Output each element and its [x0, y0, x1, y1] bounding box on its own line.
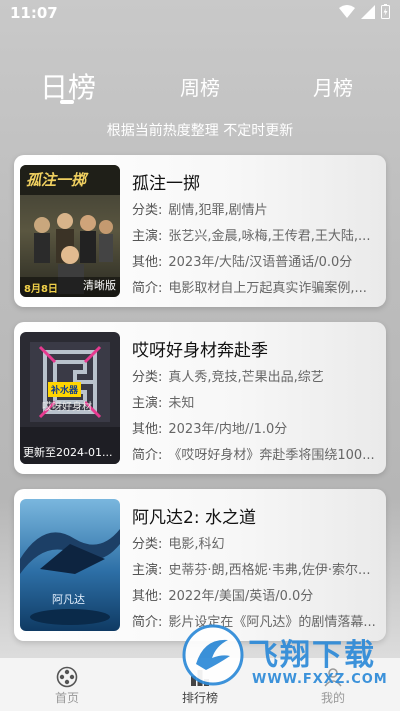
- item-title: 阿凡达2: 水之道: [132, 508, 256, 528]
- poster-image: 孤注一掷 8月8日 清晰版: [20, 165, 120, 297]
- poster-date: 8月8日: [24, 284, 58, 295]
- item-cast: 主演: 未知: [132, 396, 195, 411]
- item-category: 分类: 真人秀,竞技,芒果出品,综艺: [132, 370, 324, 385]
- watermark-brand: 飞翔下载: [248, 638, 376, 673]
- item-other: 其他: 2023年/大陆/汉语普通话/0.0分: [132, 255, 353, 270]
- poster-title-art: 阿凡达: [52, 593, 85, 606]
- item-cast: 主演: 张艺兴,金晨,咏梅,王传君,王大陆,...: [132, 229, 371, 244]
- poster-image: 补水器 哎呀好身材 更新至2024-01...: [20, 332, 120, 464]
- poster-badge: 更新至2024-01...: [23, 446, 113, 459]
- item-title: 孤注一掷: [132, 174, 200, 194]
- item-category: 分类: 剧情,犯罪,剧情片: [132, 203, 268, 218]
- wifi-icon: [339, 4, 355, 18]
- item-other: 其他: 2022年/美国/英语/0.0分: [132, 589, 314, 604]
- poster-tag: 补水器: [48, 382, 82, 397]
- poster-image: 阿凡达: [20, 499, 120, 631]
- status-bar: 11:07: [0, 0, 400, 28]
- rank-card[interactable]: 孤注一掷 8月8日 清晰版 孤注一掷 分类: 剧情,犯罪,剧情片 主演: 张艺兴,金…: [14, 155, 386, 307]
- item-cast: 主演: 史蒂芬·朗,西格妮·韦弗,佐伊·索尔...: [132, 563, 371, 578]
- page-subtitle: 根据当前热度整理 不定时更新: [106, 123, 294, 139]
- item-category: 分类: 电影,科幻: [132, 537, 225, 552]
- battery-icon: [381, 4, 390, 19]
- signal-icon: [361, 4, 375, 19]
- watermark-emblem-icon: [182, 624, 244, 686]
- tab-indicator: [60, 100, 74, 104]
- poster-title-art: 哎呀好身材: [42, 402, 92, 413]
- poster-title-art: 孤注一掷: [26, 171, 87, 189]
- status-time: 11:07: [10, 4, 58, 22]
- item-title: 哎呀好身材奔赴季: [132, 341, 268, 361]
- nav-home-label: 首页: [54, 691, 79, 705]
- nav-home[interactable]: 首页: [27, 658, 107, 711]
- tab-monthly[interactable]: 月榜: [313, 72, 353, 101]
- tab-weekly[interactable]: 周榜: [180, 72, 220, 101]
- watermark-url: WWW.FXXZ.COM: [252, 672, 388, 687]
- status-icons: [339, 4, 390, 19]
- rank-card[interactable]: 补水器 哎呀好身材 更新至2024-01... 哎呀好身材奔赴季 分类: 真人秀,…: [14, 322, 386, 474]
- item-intro: 简介: 《哎呀好身材》奔赴季将围绕100...: [132, 448, 375, 463]
- item-intro: 简介: 电影取材自上万起真实诈骗案例,...: [132, 281, 367, 296]
- ranking-tabs: 日榜 周榜 月榜: [0, 60, 400, 110]
- item-other: 其他: 2023年/内地//1.0分: [132, 422, 288, 437]
- watermark-logo: 飞翔下载 WWW.FXXZ.COM: [182, 614, 392, 704]
- film-reel-icon: [56, 666, 78, 688]
- poster-badge: 清晰版: [83, 279, 116, 292]
